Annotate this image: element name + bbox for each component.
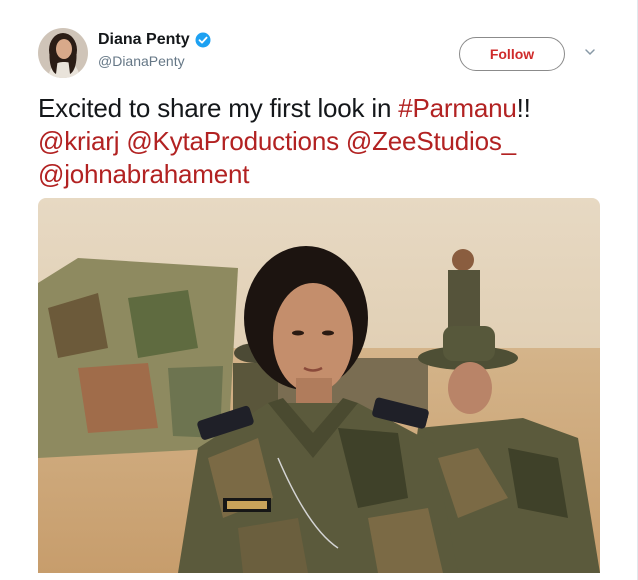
mention-link[interactable]: @ZeeStudios_ (346, 126, 516, 156)
photo-soldier-in-camouflage-icon (38, 198, 600, 573)
tweet-text-suffix: !! (516, 93, 531, 123)
tweet-text-prefix: Excited to share my first look in (38, 93, 399, 123)
hashtag-link[interactable]: #Parmanu (398, 93, 517, 123)
verified-badge-icon (195, 32, 211, 48)
avatar-photo-icon (38, 28, 88, 78)
mention-link[interactable]: @johnabrahament (38, 159, 250, 189)
avatar[interactable] (38, 28, 88, 78)
display-name[interactable]: Diana Penty (98, 31, 190, 49)
tweet-card: Diana Penty @DianaPenty Follow Excited t… (0, 0, 638, 580)
tweet-text: Excited to share my first look in #Parma… (38, 92, 598, 191)
mention-link[interactable]: @KytaProductions (126, 126, 339, 156)
author-name-row: Diana Penty (98, 31, 211, 49)
mention-link[interactable]: @kriarj (38, 126, 120, 156)
chevron-down-icon[interactable] (583, 45, 597, 59)
user-handle[interactable]: @DianaPenty (98, 53, 185, 69)
follow-button[interactable]: Follow (459, 37, 565, 71)
tweet-photo[interactable] (38, 198, 600, 573)
